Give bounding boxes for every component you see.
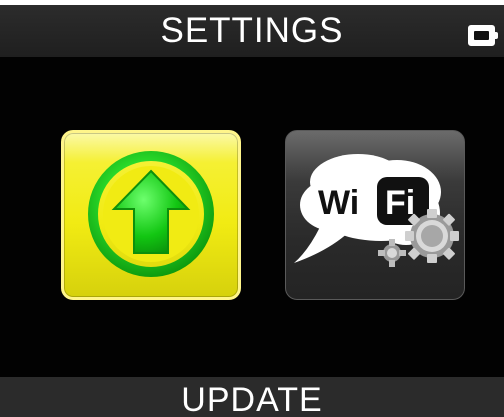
footer-bar: UPDATE <box>0 377 504 417</box>
update-tile[interactable] <box>61 130 241 300</box>
wifi-fi-text: Fi <box>385 184 415 222</box>
selected-option-label: UPDATE <box>181 381 323 417</box>
gear-icon <box>405 209 459 263</box>
wifi-tile[interactable]: Wi Fi <box>285 130 465 300</box>
page-title: SETTINGS <box>160 11 344 50</box>
upload-arrow-icon <box>88 151 214 277</box>
battery-icon <box>468 25 498 46</box>
wifi-settings-icon: Wi Fi <box>294 154 459 267</box>
wifi-wi-text: Wi <box>318 184 359 222</box>
settings-screen: SETTINGS Wi Fi UPDATE <box>0 0 504 417</box>
header-bar: SETTINGS <box>0 5 504 57</box>
